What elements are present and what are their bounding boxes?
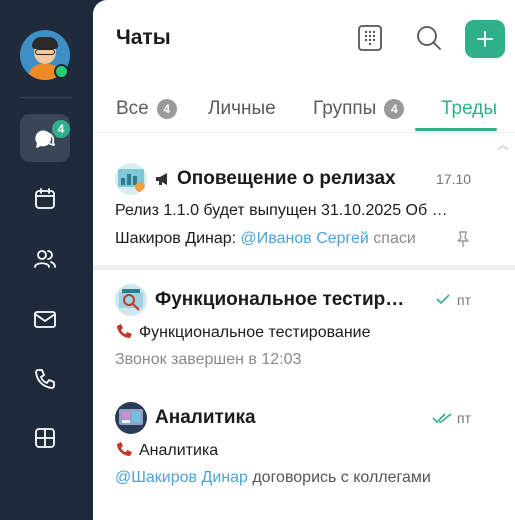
sidebar-item-chats[interactable]: 4 (20, 114, 70, 162)
mail-icon (34, 311, 56, 328)
sidebar-item-apps[interactable] (20, 414, 70, 462)
search-button[interactable] (413, 22, 445, 54)
chat-avatar (115, 284, 147, 316)
chat-title: Оповещение о релизах (177, 168, 396, 189)
chat-subtext: Звонок завершен в 12:03 (115, 351, 302, 368)
message-text: спаси (368, 230, 416, 247)
tab-groups-count: 4 (384, 99, 405, 119)
read-double-check-icon (432, 413, 452, 424)
chat-last-message: @Шакиров Динар договорись с коллегами (115, 469, 464, 487)
phone-call-icon (117, 324, 132, 338)
page-title: Чаты (116, 26, 171, 49)
chat-preview-text: Функциональное тестирование (139, 324, 371, 341)
tab-all-label: Все (116, 98, 149, 119)
chat-preview: Аналитика (115, 441, 485, 460)
plus-icon (477, 31, 493, 47)
tab-groups-label: Группы (313, 98, 377, 119)
online-status-dot (54, 64, 69, 79)
chat-date: 17.10 (436, 171, 472, 187)
chat-item[interactable]: Аналитика пт Аналитика @Шакиров Динар до… (93, 385, 515, 520)
megaphone-icon (156, 173, 167, 185)
chat-avatar (115, 402, 147, 434)
sidebar-item-calendar[interactable] (20, 175, 70, 223)
sidebar-item-mail[interactable] (20, 295, 70, 343)
chats-unread-badge: 4 (52, 120, 70, 138)
pin-icon (457, 231, 469, 247)
tabs-divider (93, 132, 515, 133)
search-icon (417, 26, 441, 50)
message-author: Шакиров Динар: (115, 230, 237, 247)
sidebar-item-calls[interactable] (20, 355, 70, 403)
tab-all[interactable]: Все 4 (116, 96, 177, 122)
phone-icon (35, 369, 55, 389)
chat-list-panel: Чаты Все 4 Личные Группы 4 Треды ︿ Опове… (93, 0, 515, 520)
message-text: договорись с коллегами (247, 469, 431, 486)
mention-link[interactable]: @Иванов Сергей (241, 230, 369, 247)
chat-last-message: Шакиров Динар: @Иванов Сергей спаси (115, 230, 433, 248)
sidebar: 4 (0, 0, 92, 520)
tab-personal-label: Личные (208, 98, 276, 119)
active-tab-indicator (415, 128, 497, 131)
sent-check-icon (436, 294, 450, 305)
tab-threads[interactable]: Треды (441, 96, 497, 122)
sidebar-divider (20, 97, 72, 98)
tab-groups[interactable]: Группы 4 (313, 96, 405, 122)
chat-avatar (115, 163, 147, 195)
phone-call-icon (117, 442, 132, 456)
chat-preview-text: Аналитика (139, 442, 219, 459)
new-chat-button[interactable] (465, 20, 505, 58)
dialpad-button[interactable] (354, 22, 386, 54)
chat-item[interactable]: Функциональное тестиро… пт Функционально… (93, 270, 515, 385)
chat-preview: Функциональное тестирование (115, 323, 485, 342)
tab-all-count: 4 (156, 99, 177, 119)
mention-link[interactable]: @Шакиров Динар (115, 469, 248, 486)
chat-title: Функциональное тестиро… (155, 289, 413, 310)
tab-threads-label: Треды (441, 98, 497, 119)
sidebar-item-contacts[interactable] (20, 235, 70, 283)
tab-personal[interactable]: Личные (208, 96, 276, 122)
dialpad-icon (358, 25, 382, 51)
calendar-icon (35, 188, 55, 209)
contacts-icon (34, 250, 56, 268)
chat-title: Аналитика (155, 407, 256, 428)
chat-date: пт (457, 410, 471, 426)
chat-preview: Релиз 1.1.0 будет выпущен 31.10.2025 Об … (115, 202, 448, 219)
chat-date: пт (457, 292, 471, 308)
apps-grid-icon (35, 428, 55, 448)
chat-item[interactable]: Оповещение о релизах 17.10 Релиз 1.1.0 б… (93, 150, 515, 266)
